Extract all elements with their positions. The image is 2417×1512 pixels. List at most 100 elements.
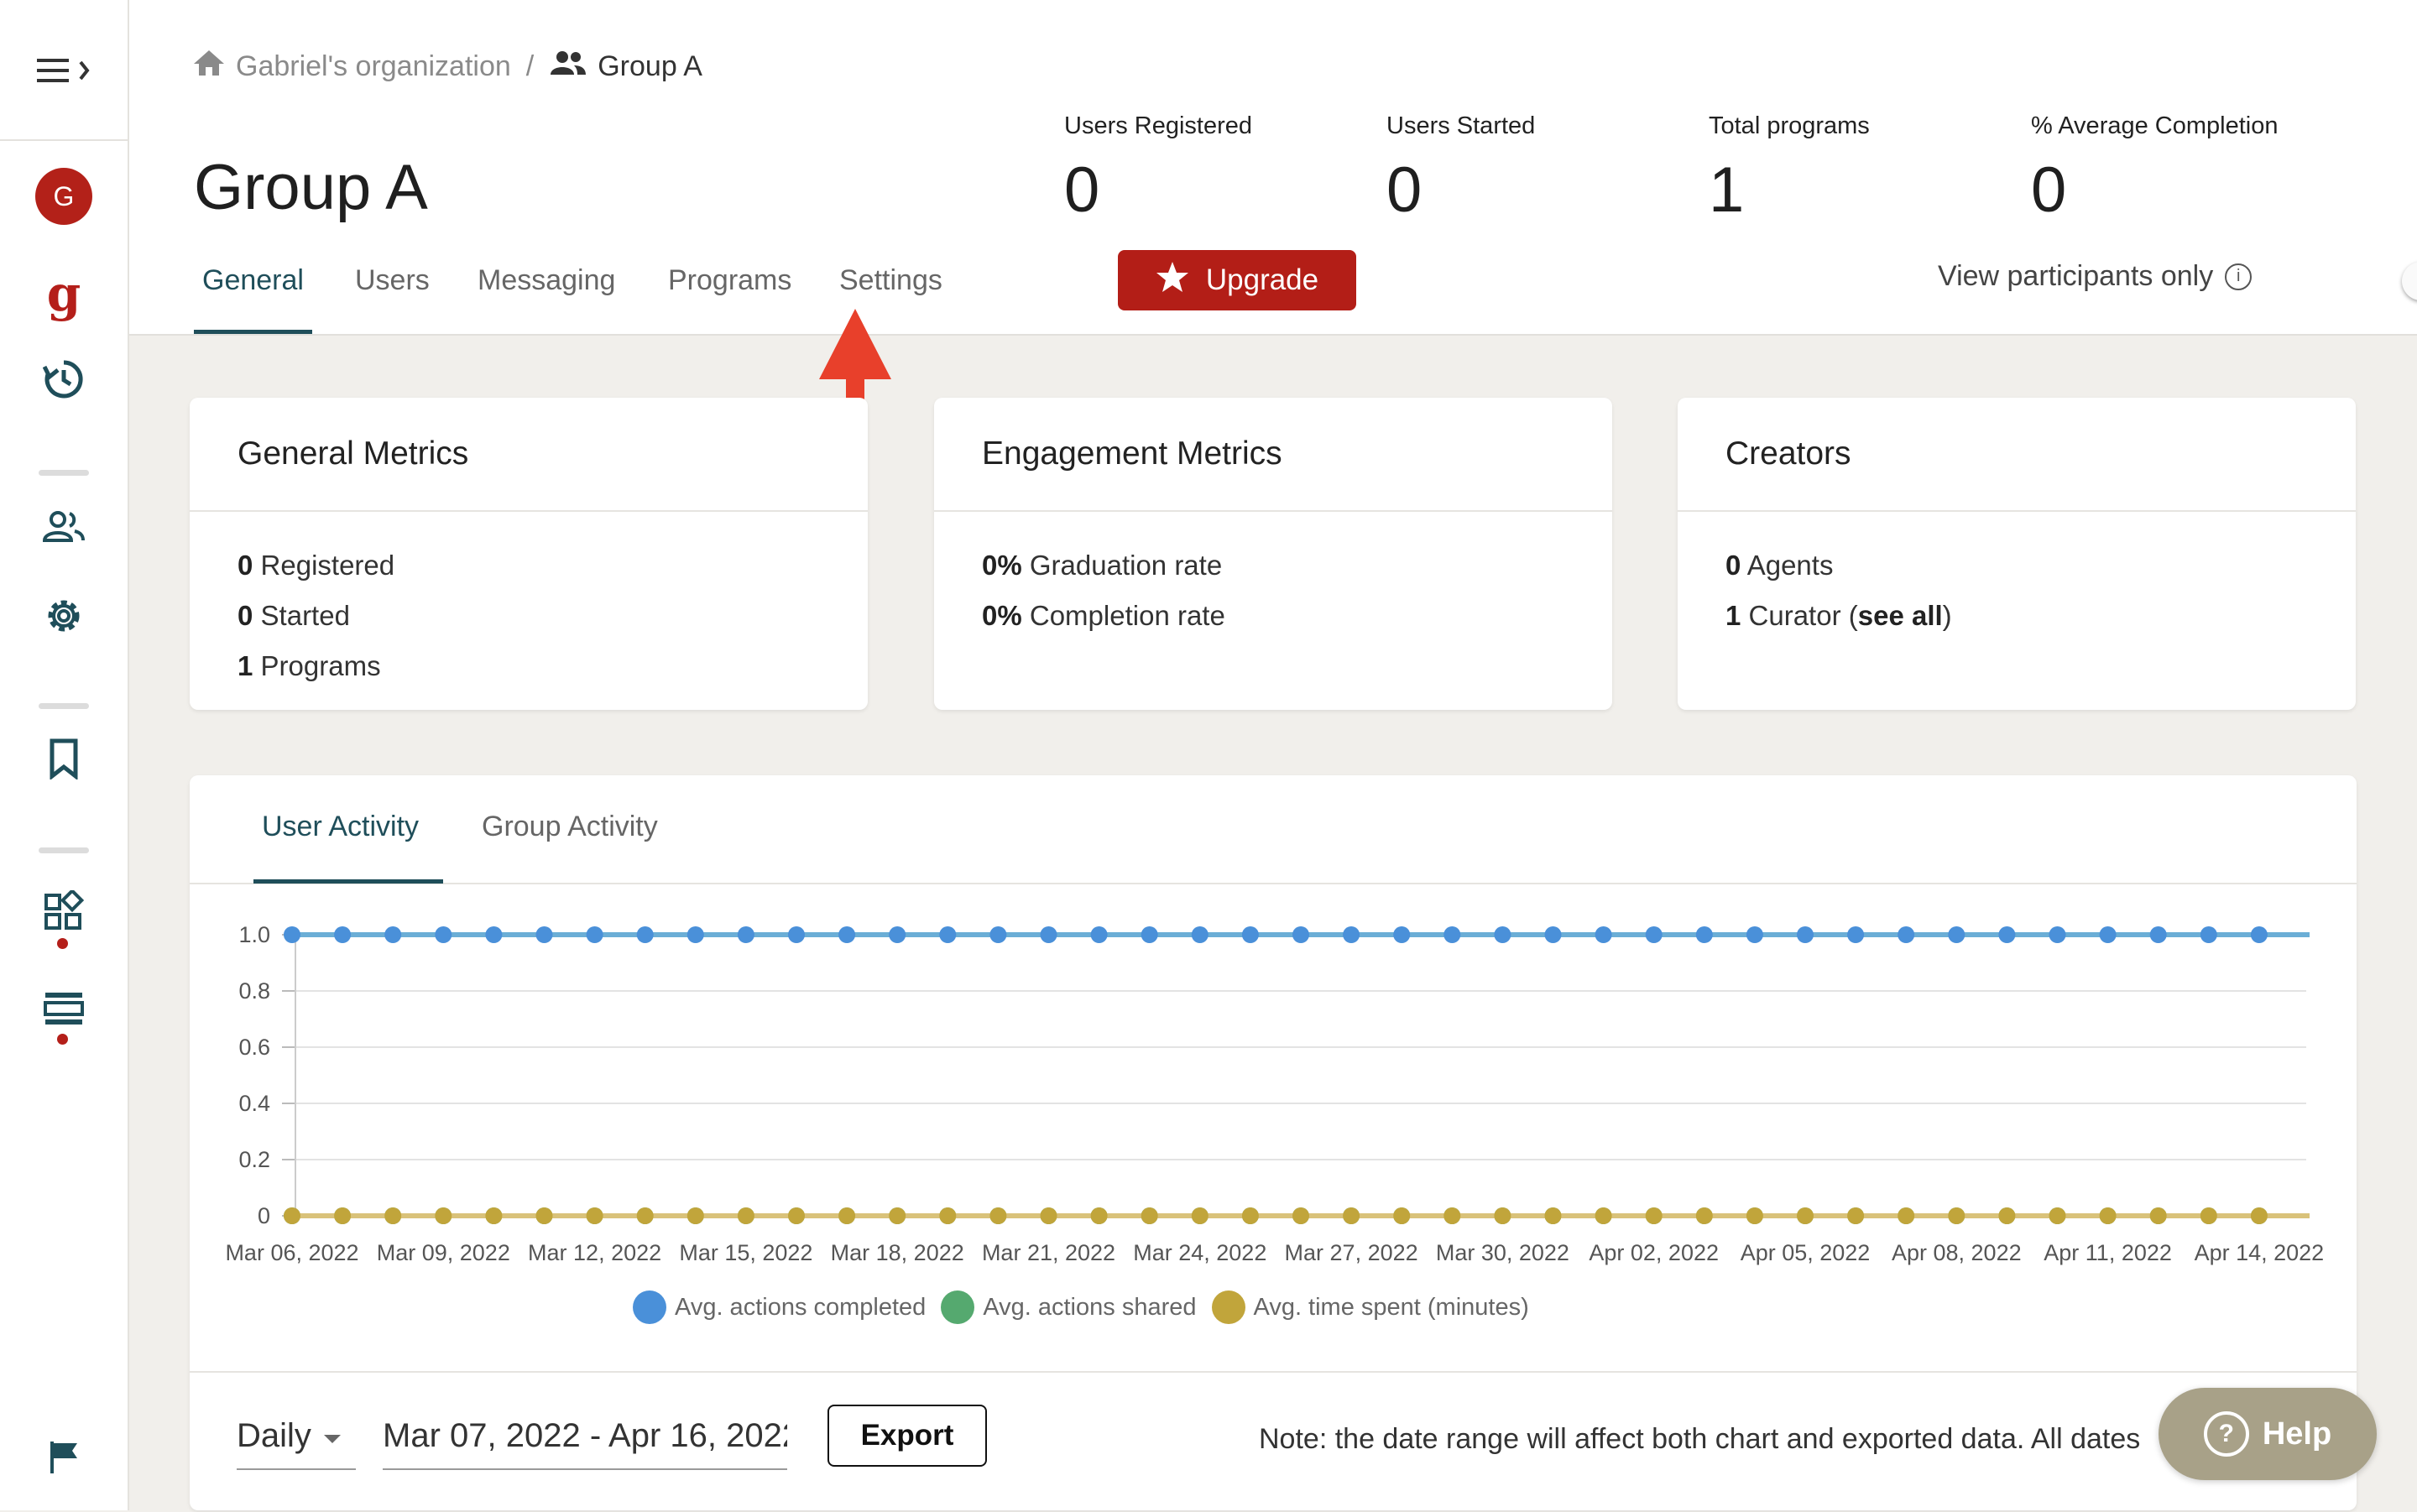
x-tick-label: Mar 15, 2022 — [679, 1240, 812, 1265]
x-tick-label: Mar 21, 2022 — [982, 1240, 1115, 1265]
data-point — [334, 926, 352, 943]
data-point — [485, 926, 503, 943]
engagement-metrics-card: Engagement Metrics 0% Graduation rate 0%… — [934, 398, 1612, 710]
upgrade-button[interactable]: Upgrade — [1118, 250, 1356, 310]
data-point — [1443, 1207, 1461, 1224]
user-avatar[interactable]: G — [34, 166, 94, 227]
data-point — [435, 1207, 452, 1224]
stat-value: 1 — [1709, 154, 1745, 226]
data-point — [989, 926, 1007, 943]
data-point — [939, 926, 957, 943]
avatar-letter: G — [35, 168, 92, 225]
data-point — [1645, 1207, 1663, 1224]
export-button[interactable]: Export — [827, 1405, 987, 1467]
data-point — [1898, 926, 1915, 943]
data-point — [284, 1207, 300, 1224]
interval-select[interactable]: Daily — [237, 1410, 356, 1470]
list-view-icon[interactable] — [34, 978, 94, 1039]
flag-icon[interactable] — [34, 1426, 94, 1487]
legend-item[interactable]: Avg. actions shared — [941, 1290, 1197, 1324]
stat-average-completion: % Average Completion 0 — [2031, 112, 2278, 227]
legend-label: Avg. actions completed — [675, 1293, 927, 1321]
metric-graduation-rate: 0% Graduation rate — [982, 550, 1223, 581]
data-point — [2200, 1207, 2217, 1224]
menu-toggle-icon[interactable] — [34, 40, 94, 101]
data-point — [1998, 1207, 2016, 1224]
date-range-input[interactable]: Mar 07, 2022 - Apr 16, 2022 — [383, 1410, 787, 1470]
card-title: General Metrics — [190, 398, 868, 512]
tab-users[interactable]: Users — [355, 252, 430, 334]
data-point — [1090, 926, 1108, 943]
sidebar: G g — [0, 0, 129, 1510]
tab-programs[interactable]: Programs — [668, 252, 791, 334]
data-point — [636, 1207, 654, 1224]
data-point — [1544, 1207, 1562, 1224]
sidebar-divider — [39, 470, 89, 476]
home-icon[interactable] — [192, 49, 226, 85]
help-button[interactable]: ? Help — [2159, 1388, 2377, 1480]
data-point — [889, 926, 906, 943]
settings-gear-icon[interactable] — [34, 586, 94, 646]
data-point — [1292, 1207, 1309, 1224]
view-participants-label: View participants only — [1938, 260, 2214, 292]
date-range-note: Note: the date range will affect both ch… — [1259, 1423, 2141, 1455]
general-metrics-card: General Metrics 0 Registered 0 Started 1… — [190, 398, 868, 710]
stat-users-started: Users Started 0 — [1386, 112, 1535, 227]
data-point — [1695, 926, 1713, 943]
data-point — [737, 926, 754, 943]
breadcrumb-org-link[interactable]: Gabriel's organization — [236, 50, 511, 83]
data-point — [838, 1207, 856, 1224]
data-point — [535, 926, 553, 943]
data-point — [788, 926, 805, 943]
x-tick-label: Mar 30, 2022 — [1436, 1240, 1569, 1265]
widgets-icon[interactable] — [34, 881, 94, 941]
see-all-link[interactable]: see all — [1858, 600, 1943, 631]
brand-logo-icon[interactable]: g — [34, 263, 94, 324]
data-point — [1343, 926, 1360, 943]
users-icon[interactable] — [34, 497, 94, 557]
bookmark-icon[interactable] — [34, 728, 94, 789]
data-point — [435, 926, 452, 943]
page-header: Gabriel's organization / Group A Group A… — [129, 0, 2417, 490]
history-icon[interactable] — [34, 349, 94, 409]
data-point — [1645, 926, 1663, 943]
stat-label: % Average Completion — [2031, 112, 2279, 139]
data-point — [1797, 1207, 1814, 1224]
data-point — [1948, 1207, 1965, 1224]
legend-swatch — [1211, 1290, 1245, 1324]
metric-agents: 0 Agents — [1725, 550, 1834, 581]
data-point — [2149, 926, 2167, 943]
help-icon: ? — [2203, 1411, 2249, 1457]
page-title: Group A — [194, 152, 428, 223]
data-point — [384, 926, 402, 943]
data-point — [586, 926, 603, 943]
y-tick-label: 1.0 — [238, 922, 270, 947]
data-point — [1746, 1207, 1763, 1224]
data-point — [1544, 926, 1562, 943]
tab-messaging[interactable]: Messaging — [478, 252, 615, 334]
y-tick-label: 0 — [258, 1203, 270, 1228]
activity-tabs: User Activity Group Activity — [190, 775, 2357, 884]
data-point — [1393, 1207, 1411, 1224]
y-tick-label: 0.2 — [238, 1147, 270, 1172]
breadcrumb-separator: / — [525, 50, 535, 82]
stat-value: 0 — [1386, 154, 1423, 226]
legend-item[interactable]: Avg. time spent (minutes) — [1211, 1290, 1529, 1324]
legend-item[interactable]: Avg. actions completed — [633, 1290, 926, 1324]
x-tick-label: Apr 14, 2022 — [2195, 1240, 2325, 1265]
x-tick-label: Mar 27, 2022 — [1285, 1240, 1418, 1265]
data-point — [1595, 1207, 1612, 1224]
data-point — [1998, 926, 2016, 943]
info-icon[interactable]: i — [2225, 263, 2253, 290]
data-point — [1040, 926, 1057, 943]
x-tick-label: Mar 09, 2022 — [377, 1240, 510, 1265]
tab-group-activity[interactable]: Group Activity — [482, 811, 658, 843]
tab-general[interactable]: General — [194, 252, 312, 334]
data-point — [1494, 1207, 1511, 1224]
help-label: Help — [2262, 1416, 2332, 1452]
view-participants-toggle[interactable] — [2402, 262, 2417, 300]
x-tick-label: Apr 08, 2022 — [1892, 1240, 2022, 1265]
tab-user-activity[interactable]: User Activity — [262, 811, 419, 843]
y-tick-label: 0.6 — [238, 1035, 270, 1060]
metric-programs: 1 Programs — [238, 650, 381, 681]
